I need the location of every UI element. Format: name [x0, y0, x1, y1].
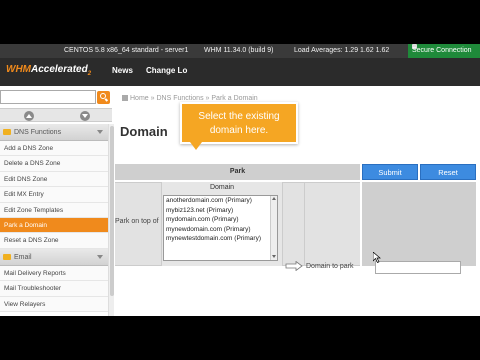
search-input[interactable]: [0, 90, 96, 104]
nav-news[interactable]: News: [112, 66, 133, 75]
domain-option[interactable]: anotherdomain.com (Primary): [164, 196, 277, 206]
sidebar-item-mail-troubleshooter[interactable]: Mail Troubleshooter: [0, 281, 108, 297]
domain-to-park-input[interactable]: [375, 261, 461, 274]
section-label: Email: [14, 253, 32, 261]
scroll-down-button[interactable]: [80, 111, 90, 121]
whm-logo[interactable]: WHMAccelerated2: [6, 64, 91, 77]
whm-version: WHM 11.34.0 (build 9): [204, 47, 274, 54]
domain-select[interactable]: anotherdomain.com (Primary) mybiz123.net…: [163, 195, 278, 261]
whm-window: CENTOS 5.8 x86_64 standard - server1 WHM…: [0, 44, 480, 316]
section-label: DNS Functions: [14, 129, 62, 136]
mouse-cursor-icon: [373, 252, 381, 263]
domain-option[interactable]: mydomain.com (Primary): [164, 215, 277, 225]
sidebar-section-email[interactable]: Email: [0, 248, 108, 266]
sidebar-item-edit-zone-templates[interactable]: Edit Zone Templates: [0, 202, 108, 218]
load-averages: Load Averages: 1.29 1.62 1.62: [294, 47, 390, 54]
sidebar-item-add-dns-zone[interactable]: Add a DNS Zone: [0, 141, 108, 157]
status-bar: CENTOS 5.8 x86_64 standard - server1 WHM…: [0, 44, 480, 58]
domain-to-park-label: Domain to park: [306, 263, 354, 270]
server-info: CENTOS 5.8 x86_64 standard - server1: [64, 47, 189, 54]
chevron-down-icon: [97, 254, 103, 259]
sidebar-scrollbar[interactable]: [108, 124, 114, 316]
domain-option[interactable]: mynewdomain.com (Primary): [164, 225, 277, 235]
chevron-down-icon: [82, 114, 88, 118]
sidebar-item-park-domain[interactable]: Park a Domain: [0, 217, 108, 234]
sidebar-item-edit-mx-entry[interactable]: Edit MX Entry: [0, 187, 108, 203]
sidebar-search: [0, 90, 112, 104]
breadcrumb-dns[interactable]: DNS Functions: [157, 95, 204, 102]
arrow-right-icon: [285, 261, 303, 271]
logo-main: WHM: [6, 64, 31, 75]
tutorial-callout: Select the existing domain here.: [180, 102, 298, 150]
domain-option[interactable]: mybiz123.net (Primary): [164, 206, 277, 216]
domain-select-scrollbar[interactable]: [270, 196, 277, 260]
breadcrumb-current: Park a Domain: [211, 95, 258, 102]
park-table-header: Park: [115, 164, 360, 180]
home-icon: [122, 95, 128, 102]
reset-button[interactable]: Reset: [420, 164, 476, 180]
sidebar-section-dns[interactable]: DNS Functions: [0, 124, 108, 141]
scroll-up-icon: [272, 197, 276, 200]
chevron-up-icon: [26, 114, 32, 118]
scroll-up-button[interactable]: [24, 111, 34, 121]
breadcrumb: Home » DNS Functions » Park a Domain: [122, 95, 258, 102]
callout-line-1: Select the existing: [198, 111, 280, 122]
sidebar-item-edit-dns-zone[interactable]: Edit DNS Zone: [0, 171, 108, 188]
domain-column-header: Domain: [209, 184, 235, 191]
park-on-top-label: Park on top of: [115, 218, 159, 225]
logo-accent: Accelerated: [31, 64, 88, 75]
header: WHMAccelerated2 News Change Lo: [0, 58, 480, 86]
sidebar-item-reset-dns-zone[interactable]: Reset a DNS Zone: [0, 233, 108, 249]
chevron-down-icon: [97, 130, 103, 134]
scroll-down-icon: [272, 255, 276, 258]
sidebar-scroll-controls: [0, 108, 112, 122]
secure-connection-label: Secure Connection: [412, 47, 472, 54]
sidebar-item-view-relayers[interactable]: View Relayers: [0, 296, 108, 312]
secure-connection-badge: Secure Connection: [408, 44, 480, 58]
email-icon: [3, 253, 11, 260]
submit-button[interactable]: Submit: [362, 164, 418, 180]
sidebar-item-delete-dns-zone[interactable]: Delete a DNS Zone: [0, 156, 108, 172]
search-button[interactable]: [97, 91, 110, 104]
nav-change-log[interactable]: Change Lo: [146, 66, 187, 75]
domain-option[interactable]: mynewtestdomain.com (Primary): [164, 234, 277, 244]
dns-folder-icon: [3, 129, 11, 135]
logo-sub: 2: [87, 71, 92, 77]
arrow-cell: [285, 182, 305, 266]
callout-line-2: domain here.: [209, 125, 269, 136]
page-title: Domain: [120, 124, 168, 139]
sidebar-item-mail-delivery-reports[interactable]: Mail Delivery Reports: [0, 265, 108, 282]
sidebar-menu: DNS Functions Add a DNS Zone Delete a DN…: [0, 124, 108, 312]
breadcrumb-home[interactable]: Home: [130, 95, 149, 102]
